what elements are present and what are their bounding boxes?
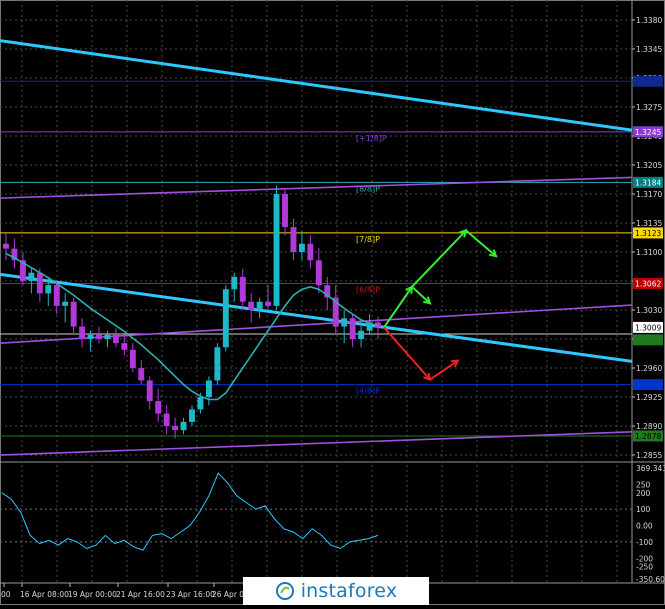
murrey-level-label: [4/8]P xyxy=(356,387,380,396)
osc-tick-label: -100 xyxy=(636,538,653,547)
price-tick-label: 1.3030 xyxy=(636,306,662,315)
outer-border xyxy=(0,0,665,605)
candle-body xyxy=(197,397,204,410)
price-tick-label: 1.3170 xyxy=(636,190,662,199)
candle-body xyxy=(3,243,9,249)
murrey-level-label: [7/8]P xyxy=(356,235,380,244)
purple-channel-bottom xyxy=(0,431,633,456)
candle-body xyxy=(87,334,94,340)
chart-frame xyxy=(0,0,665,605)
price-marker-label: 1.3184 xyxy=(635,178,661,187)
candle-body xyxy=(239,276,246,302)
candlesticks xyxy=(3,185,381,439)
instaforex-logo-icon xyxy=(275,582,294,600)
moving-average xyxy=(5,252,379,401)
candle-body xyxy=(104,334,111,340)
murrey-levels: [+1/8]P[8/8]P[7/8]P[6/8]P[4/8]P xyxy=(0,80,632,437)
candle-body xyxy=(146,380,153,402)
candle-body xyxy=(282,193,288,228)
candle-body xyxy=(307,243,314,261)
price-tick-label: 1.3100 xyxy=(636,248,662,257)
candle-body xyxy=(189,409,195,422)
osc-tick-label: -250 xyxy=(636,563,653,572)
candle-body xyxy=(315,260,322,286)
candle-body xyxy=(45,285,52,294)
price-tick-label: 1.3380 xyxy=(636,16,662,25)
price-tick-label: 1.2960 xyxy=(636,364,662,373)
candle-body xyxy=(273,193,280,306)
candle-body xyxy=(96,334,102,340)
candle-body xyxy=(214,347,221,381)
time-tick-label: 16 Apr 08:00 xyxy=(20,590,69,599)
time-tick-label: 00 xyxy=(1,590,11,599)
candle-body xyxy=(248,301,255,310)
price-tick-label: 1.2855 xyxy=(636,451,662,460)
price-marker-label: 1.3062 xyxy=(635,279,661,288)
candle-body xyxy=(28,272,35,281)
candle-body xyxy=(265,301,272,306)
trend-lines xyxy=(0,39,633,456)
oscillator-panel: 369.34372502001000.00-100-200-250-350.60… xyxy=(0,464,665,584)
time-tick-label: 19 Apr 00:00 xyxy=(68,590,117,599)
candle-body xyxy=(163,413,170,427)
candle-body xyxy=(231,276,238,290)
candle-body xyxy=(36,272,43,294)
candle-body xyxy=(112,334,119,344)
watermark-logo: instaforex xyxy=(243,577,429,605)
price-marker-label: 1.3009 xyxy=(635,323,661,332)
candle-body xyxy=(298,243,305,252)
moving-average-line xyxy=(5,252,379,401)
scenario-arrows xyxy=(383,228,498,382)
watermark-text: instaforex xyxy=(300,580,398,602)
price-marker-box xyxy=(633,379,663,391)
price-tick-label: 1.2890 xyxy=(636,422,662,431)
candle-body xyxy=(155,401,162,414)
osc-tick-label: 200 xyxy=(636,489,651,498)
murrey-level-label: [+1/8]P xyxy=(356,134,387,143)
candle-body xyxy=(205,380,212,398)
candle-body xyxy=(222,289,229,348)
candle-body xyxy=(172,426,179,431)
price-tick-label: 1.3135 xyxy=(636,219,662,228)
price-tick-label: 1.3345 xyxy=(636,45,662,54)
price-markers: 1.3245 1.3184 1.3123 1.3062 1.3009 1.2878 xyxy=(633,75,663,442)
forex-chart: [+1/8]P [8/8]P [7/8]P [6/8]P [4/8]P 1.3380 1.… xyxy=(0,0,665,605)
blue-lower-trend xyxy=(0,272,633,363)
purple-channel-top xyxy=(0,176,633,199)
candle-body xyxy=(62,301,69,306)
candle-body xyxy=(53,285,60,306)
candle-body xyxy=(341,318,348,327)
price-marker-box xyxy=(633,334,663,346)
price-marker-label: 1.2878 xyxy=(635,432,661,441)
candle-body xyxy=(79,326,86,340)
candle-body xyxy=(121,343,128,350)
price-marker-label: 1.3245 xyxy=(635,128,661,137)
blue-upper-trend xyxy=(0,39,633,132)
candle-body xyxy=(70,301,77,327)
price-tick-label: 1.3205 xyxy=(636,161,662,170)
price-tick-label: 1.2925 xyxy=(636,393,662,402)
candle-body xyxy=(138,368,145,381)
price-tick-label: 1.3275 xyxy=(636,103,662,112)
chart-canvas: [+1/8]P[8/8]P[7/8]P[6/8]P[4/8]P 1.33801.… xyxy=(0,0,665,605)
candle-body xyxy=(256,301,263,310)
bull-scenario-ext xyxy=(411,229,497,288)
murrey-level-label: [6/8]P xyxy=(356,285,380,294)
time-tick-label: 23 Apr 16:00 xyxy=(166,590,215,599)
candle-body xyxy=(180,421,187,431)
candle-body xyxy=(129,349,136,369)
price-marker-label: 1.3123 xyxy=(635,229,661,238)
chart-grid xyxy=(0,0,632,583)
time-tick-label: 21 Apr 16:00 xyxy=(116,590,165,599)
osc-tick-label: 0.00 xyxy=(636,522,653,531)
candle-body xyxy=(358,330,365,340)
price-marker-box xyxy=(633,75,663,87)
oscillator-line xyxy=(1,472,379,551)
osc-tick-label: 369.3437 xyxy=(636,464,665,473)
osc-tick-label: 100 xyxy=(636,505,651,514)
candle-body xyxy=(349,318,356,340)
osc-tick-label: -350.604 xyxy=(636,575,665,584)
candle-body xyxy=(290,227,297,252)
